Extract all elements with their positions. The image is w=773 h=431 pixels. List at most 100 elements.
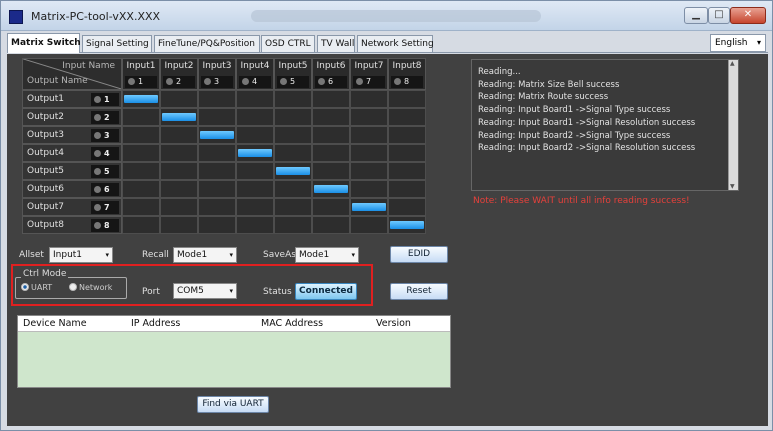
output-row-7[interactable]: Output7 7 — [22, 198, 122, 216]
route-cell[interactable] — [236, 180, 274, 198]
route-cell[interactable] — [312, 126, 350, 144]
route-cell[interactable] — [198, 180, 236, 198]
find-via-uart-button[interactable]: Find via UART — [197, 396, 269, 413]
route-cell[interactable] — [236, 162, 274, 180]
route-cell[interactable] — [160, 126, 198, 144]
output-row-8[interactable]: Output8 8 — [22, 216, 122, 234]
route-cell[interactable] — [198, 198, 236, 216]
input-header-7[interactable]: Input7 7 — [350, 58, 388, 90]
route-cell[interactable] — [160, 198, 198, 216]
tab-matrix-switch[interactable]: Matrix Switch — [7, 33, 81, 53]
route-cell[interactable] — [274, 90, 312, 108]
port-select[interactable]: COM5 ▾ — [173, 283, 237, 299]
output-row-2[interactable]: Output2 2 — [22, 108, 122, 126]
input-header-1[interactable]: Input1 1 — [122, 58, 160, 90]
input-header-4[interactable]: Input4 4 — [236, 58, 274, 90]
output-row-1[interactable]: Output1 1 — [22, 90, 122, 108]
input-header-5[interactable]: Input5 5 — [274, 58, 312, 90]
route-cell-active[interactable] — [160, 108, 198, 126]
network-radio[interactable]: Network — [69, 283, 112, 292]
route-cell[interactable] — [350, 180, 388, 198]
route-cell[interactable] — [388, 198, 426, 216]
route-cell[interactable] — [160, 90, 198, 108]
tab-finetune-pq-position[interactable]: FineTune/PQ&Position — [154, 35, 260, 52]
input-header-8[interactable]: Input8 8 — [388, 58, 426, 90]
route-cell[interactable] — [122, 198, 160, 216]
route-cell[interactable] — [350, 216, 388, 234]
uart-radio[interactable]: UART — [21, 283, 52, 292]
route-cell[interactable] — [198, 162, 236, 180]
tab-network-setting[interactable]: Network Setting — [357, 35, 434, 52]
route-cell[interactable] — [350, 90, 388, 108]
route-cell[interactable] — [274, 144, 312, 162]
input-header-3[interactable]: Input3 3 — [198, 58, 236, 90]
output-row-6[interactable]: Output6 6 — [22, 180, 122, 198]
route-cell[interactable] — [122, 126, 160, 144]
route-cell[interactable] — [274, 108, 312, 126]
route-cell[interactable] — [312, 216, 350, 234]
input-header-6[interactable]: Input6 6 — [312, 58, 350, 90]
route-cell[interactable] — [236, 126, 274, 144]
route-cell[interactable] — [274, 180, 312, 198]
route-cell[interactable] — [198, 90, 236, 108]
tab-tv-wall[interactable]: TV Wall — [317, 35, 355, 52]
tab-osd-ctrl[interactable]: OSD CTRL — [261, 35, 315, 52]
route-cell[interactable] — [350, 108, 388, 126]
route-cell[interactable] — [388, 126, 426, 144]
route-cell-active[interactable] — [236, 144, 274, 162]
route-cell[interactable] — [236, 198, 274, 216]
output-row-5[interactable]: Output5 5 — [22, 162, 122, 180]
route-cell-active[interactable] — [274, 162, 312, 180]
route-cell[interactable] — [350, 162, 388, 180]
edid-button[interactable]: EDID — [390, 246, 448, 263]
route-cell[interactable] — [160, 162, 198, 180]
route-cell[interactable] — [312, 108, 350, 126]
route-cell[interactable] — [274, 126, 312, 144]
maximize-button[interactable]: □ — [708, 7, 730, 24]
route-cell[interactable] — [160, 180, 198, 198]
minimize-button[interactable]: ▁ — [684, 7, 708, 24]
status-connected-button[interactable]: Connected — [295, 283, 357, 300]
route-cell[interactable] — [122, 144, 160, 162]
input-header-2[interactable]: Input2 2 — [160, 58, 198, 90]
log-scrollbar[interactable] — [728, 60, 738, 190]
route-cell[interactable] — [198, 216, 236, 234]
route-cell[interactable] — [274, 198, 312, 216]
route-cell[interactable] — [350, 144, 388, 162]
route-cell[interactable] — [312, 90, 350, 108]
route-cell[interactable] — [122, 108, 160, 126]
output-row-4[interactable]: Output4 4 — [22, 144, 122, 162]
route-cell[interactable] — [236, 90, 274, 108]
reset-button[interactable]: Reset — [390, 283, 448, 300]
route-cell[interactable] — [122, 216, 160, 234]
route-cell[interactable] — [350, 126, 388, 144]
route-cell[interactable] — [160, 216, 198, 234]
route-cell[interactable] — [198, 144, 236, 162]
tab-signal-setting[interactable]: Signal Setting — [82, 35, 152, 52]
route-cell[interactable] — [274, 216, 312, 234]
recall-select[interactable]: Mode1 ▾ — [173, 247, 237, 263]
route-cell[interactable] — [388, 90, 426, 108]
route-cell[interactable] — [388, 144, 426, 162]
close-button[interactable]: ✕ — [730, 7, 766, 24]
route-cell[interactable] — [160, 144, 198, 162]
output-row-3[interactable]: Output3 3 — [22, 126, 122, 144]
route-cell[interactable] — [388, 108, 426, 126]
route-cell[interactable] — [388, 162, 426, 180]
route-cell-active[interactable] — [198, 126, 236, 144]
route-cell[interactable] — [312, 144, 350, 162]
route-cell[interactable] — [388, 180, 426, 198]
route-cell[interactable] — [122, 180, 160, 198]
route-cell-active[interactable] — [388, 216, 426, 234]
route-cell[interactable] — [236, 108, 274, 126]
saveas-select[interactable]: Mode1 ▾ — [295, 247, 359, 263]
route-cell[interactable] — [312, 162, 350, 180]
route-cell-active[interactable] — [350, 198, 388, 216]
route-cell[interactable] — [312, 198, 350, 216]
route-cell-active[interactable] — [122, 90, 160, 108]
language-select[interactable]: English ▾ — [710, 34, 766, 52]
route-cell[interactable] — [198, 108, 236, 126]
route-cell[interactable] — [122, 162, 160, 180]
route-cell-active[interactable] — [312, 180, 350, 198]
route-cell[interactable] — [236, 216, 274, 234]
